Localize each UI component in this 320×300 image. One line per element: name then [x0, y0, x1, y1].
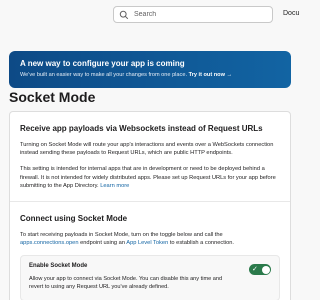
socket-mode-toggle[interactable]: ✓ [249, 264, 271, 276]
toggle-knob [261, 265, 270, 274]
payloads-section-title: Receive app payloads via Websockets inst… [20, 124, 263, 133]
announcement-banner: A new way to configure your app is comin… [9, 51, 291, 88]
payloads-section: Receive app payloads via Websockets inst… [10, 124, 290, 190]
intended-use-text: This setting is intended for internal ap… [20, 166, 276, 189]
docs-link[interactable]: Docu [283, 10, 299, 17]
apps-connections-open-link[interactable]: apps.connections.open [20, 240, 79, 246]
setting-title: Enable Socket Mode [29, 263, 88, 270]
connect-description: To start receiving payloads in Socket Mo… [20, 231, 280, 247]
banner-subtitle: We've built an easier way to make all yo… [20, 72, 280, 78]
banner-title: A new way to configure your app is comin… [20, 59, 185, 68]
connect-text-3: to establish a connection. [169, 240, 235, 247]
page-title: Socket Mode [9, 89, 96, 105]
connect-text-1: To start receiving payloads in Socket Mo… [20, 232, 223, 239]
app-level-token-link[interactable]: App Level Token [126, 240, 168, 246]
learn-more-link[interactable]: Learn more [100, 183, 129, 189]
search-icon [119, 10, 129, 20]
top-bar: Docu [0, 0, 300, 28]
search-box[interactable] [113, 6, 273, 23]
main-content: A new way to configure your app is comin… [0, 28, 300, 300]
connect-text-2: endpoint using an [80, 240, 125, 247]
check-icon: ✓ [252, 266, 258, 274]
banner-subtitle-text: We've built an easier way to make all yo… [20, 72, 187, 78]
intended-use-description: This setting is intended for internal ap… [20, 165, 280, 190]
search-input[interactable] [134, 11, 254, 18]
try-it-out-link[interactable]: Try it out now → [189, 72, 233, 78]
connect-section: Connect using Socket Mode To start recei… [10, 214, 290, 247]
enable-socket-mode-setting: Enable Socket Mode Allow your app to con… [20, 255, 280, 300]
connect-section-title: Connect using Socket Mode [20, 214, 128, 224]
settings-card: Receive app payloads via Websockets inst… [9, 111, 291, 300]
setting-description: Allow your app to connect via Socket Mod… [29, 276, 223, 291]
section-divider [10, 201, 290, 203]
payloads-description: Turning on Socket Mode will route your a… [20, 142, 274, 157]
